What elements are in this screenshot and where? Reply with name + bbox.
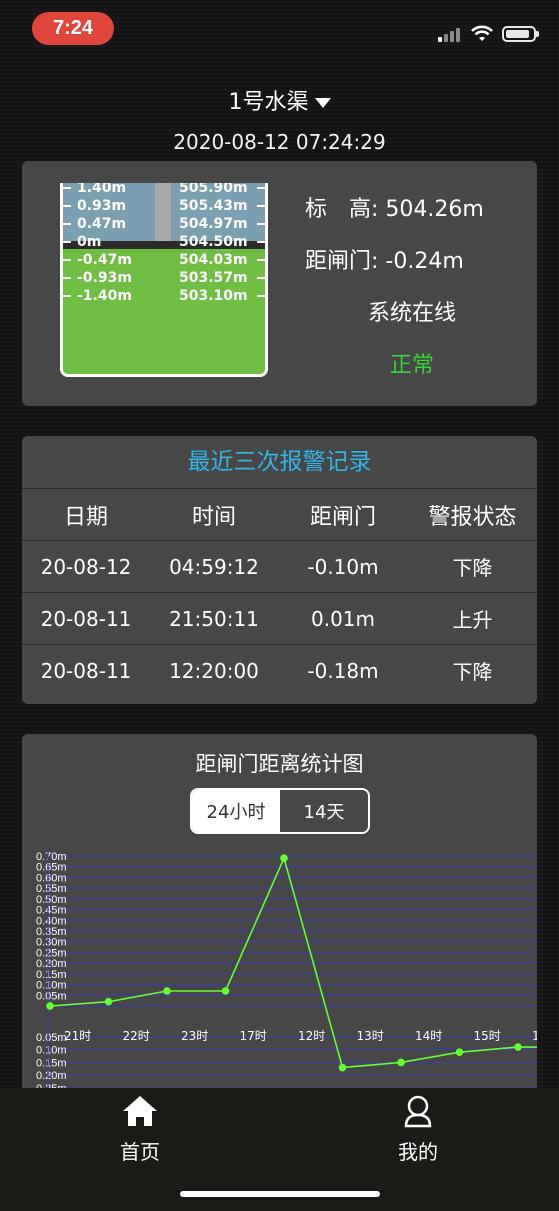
- elevation-value: 标 高: 504.26m: [305, 197, 484, 222]
- y-tick-label: 0.10m: [36, 1045, 67, 1057]
- alarm-table: 日期 时间 距闸门 警报状态 20-08-12 04:59:12 -0.10m …: [22, 488, 537, 696]
- gauge-scale-row: -1.40m 503.10m: [63, 288, 265, 304]
- data-point: [280, 854, 288, 862]
- alarm-records-card: 最近三次报警记录 日期 时间 距闸门 警报状态 20-08-12 04:59:1…: [22, 436, 537, 704]
- column-header: 时间: [191, 504, 236, 530]
- y-tick-label: 0.15m: [36, 1057, 67, 1069]
- table-header-row: 日期 时间 距闸门 警报状态: [22, 488, 537, 540]
- user-icon: [404, 1095, 432, 1128]
- data-point: [221, 987, 230, 995]
- y-tick-label: 0.15m: [36, 969, 67, 981]
- tab-24h[interactable]: 24小时: [192, 790, 280, 832]
- wifi-icon: [471, 25, 493, 41]
- column-header: 日期: [63, 504, 108, 530]
- distance-chart-card: 距闸门距离统计图 24小时 14天 0.05m 0.10m 0.15m 0.20m 0.…: [22, 734, 537, 1094]
- tab-home[interactable]: 首页: [80, 1094, 200, 1165]
- y-tick-label: 0.05m: [36, 1032, 67, 1044]
- tab-me[interactable]: 我的: [358, 1094, 478, 1165]
- gauge-scale-row: 0m 504.50m: [63, 234, 265, 250]
- channel-name: 1号水渠: [228, 90, 309, 115]
- gauge-scale-row: -0.47m 504.03m: [63, 252, 265, 268]
- y-tick-label: 0.25m: [36, 947, 67, 959]
- gauge-scale-row: 0.93m 505.43m: [63, 198, 265, 214]
- data-point: [514, 1043, 522, 1051]
- cellular-signal-icon: [438, 26, 462, 42]
- table-row: 20-08-12 04:59:12 -0.10m 下降: [22, 540, 537, 592]
- x-tick-label: 16时: [532, 1029, 537, 1043]
- gate-distance-value: 距闸门: -0.24m: [305, 249, 464, 274]
- gauge-scale-row: -0.93m 503.57m: [63, 270, 265, 286]
- status-bar: 7:24: [0, 0, 559, 58]
- tab-me-label: 我的: [398, 1140, 438, 1164]
- alarm-time: 12:20:00: [169, 658, 259, 683]
- chart-title: 距闸门距离统计图: [195, 752, 364, 776]
- y-tick-label: 0.30m: [36, 937, 67, 949]
- water-level-gauge: 1.40m 505.90m 0.93m 505.43m 0.47m 504.97m 0…: [60, 183, 268, 377]
- column-header: 警报状态: [428, 504, 517, 530]
- alarm-state: 下降: [452, 660, 493, 684]
- alarm-distance: 0.01m: [310, 606, 375, 631]
- data-point: [104, 997, 113, 1006]
- x-tick-label: 14时: [415, 1029, 442, 1043]
- water-level-card: 1.40m 505.90m 0.93m 505.43m 0.47m 504.97m 0…: [22, 161, 537, 406]
- data-point: [46, 1002, 54, 1010]
- alarm-state: 上升: [452, 608, 493, 632]
- y-tick-label: 0.55m: [36, 883, 67, 895]
- caret-down-icon: [314, 98, 331, 108]
- table-row: 20-08-11 21:50:11 0.01m 上升: [22, 592, 537, 644]
- data-point: [338, 1063, 347, 1072]
- table-row: 20-08-11 12:20:00 -0.18m 下降: [22, 644, 537, 696]
- y-tick-label: 0.45m: [36, 905, 67, 917]
- x-tick-label: 15时: [474, 1029, 501, 1043]
- alarm-date: 20-08-11: [40, 606, 132, 631]
- x-tick-label: 13时: [357, 1029, 384, 1043]
- y-tick-label: 0.35m: [36, 926, 67, 938]
- home-indicator: [180, 1191, 380, 1197]
- y-tick-label: 0.10m: [36, 980, 67, 992]
- status-time: 7:24: [32, 12, 114, 45]
- x-tick-label: 21时: [64, 1029, 91, 1043]
- y-tick-label: 0.70m: [36, 851, 67, 863]
- alarm-date: 20-08-11: [40, 658, 132, 683]
- y-tick-label: 0.65m: [36, 862, 67, 874]
- tab-home-label: 首页: [120, 1140, 160, 1164]
- alarm-distance: -0.18m: [307, 658, 379, 683]
- alarm-distance: -0.10m: [307, 554, 379, 579]
- data-point: [397, 1058, 405, 1067]
- y-tick-label: 0.50m: [36, 894, 67, 906]
- alarm-records-title: 最近三次报警记录: [187, 449, 372, 475]
- x-tick-label: 22时: [123, 1029, 150, 1043]
- y-tick-label: 0.05m: [36, 990, 67, 1002]
- status-badge: 正常: [389, 353, 434, 378]
- gauge-scale-row: 1.40m 505.90m: [63, 183, 265, 196]
- y-tick-label: 0.40m: [36, 915, 67, 927]
- y-tick-label: 0.60m: [36, 872, 67, 884]
- alarm-date: 20-08-12: [40, 554, 132, 579]
- column-header: 距闸门: [309, 504, 376, 530]
- data-point: [455, 1048, 464, 1056]
- x-tick-label: 23时: [181, 1029, 208, 1043]
- x-tick-label: 17时: [240, 1029, 267, 1043]
- system-status: 系统在线: [367, 301, 456, 326]
- data-point: [163, 987, 171, 995]
- channel-selector[interactable]: 1号水渠: [0, 84, 559, 116]
- tab-14d[interactable]: 14天: [280, 790, 368, 832]
- y-tick-label: 0.20m: [36, 1070, 67, 1082]
- alarm-state: 下降: [452, 556, 493, 580]
- gauge-scale-row: 0.47m 504.97m: [63, 216, 265, 232]
- alarm-time: 04:59:12: [169, 554, 259, 579]
- alarm-time: 21:50:11: [169, 606, 259, 631]
- range-segmented-control: 24小时 14天: [190, 788, 370, 834]
- x-tick-label: 12时: [298, 1029, 325, 1043]
- distance-line-chart: 0.05m0.10m0.15m0.20m0.25m0.30m0.35m0.40m…: [36, 850, 537, 1088]
- battery-icon: [502, 26, 539, 42]
- home-icon: [123, 1096, 157, 1126]
- current-datetime: 2020-08-12 07:24:29: [173, 130, 386, 154]
- y-tick-label: 0.20m: [36, 958, 67, 970]
